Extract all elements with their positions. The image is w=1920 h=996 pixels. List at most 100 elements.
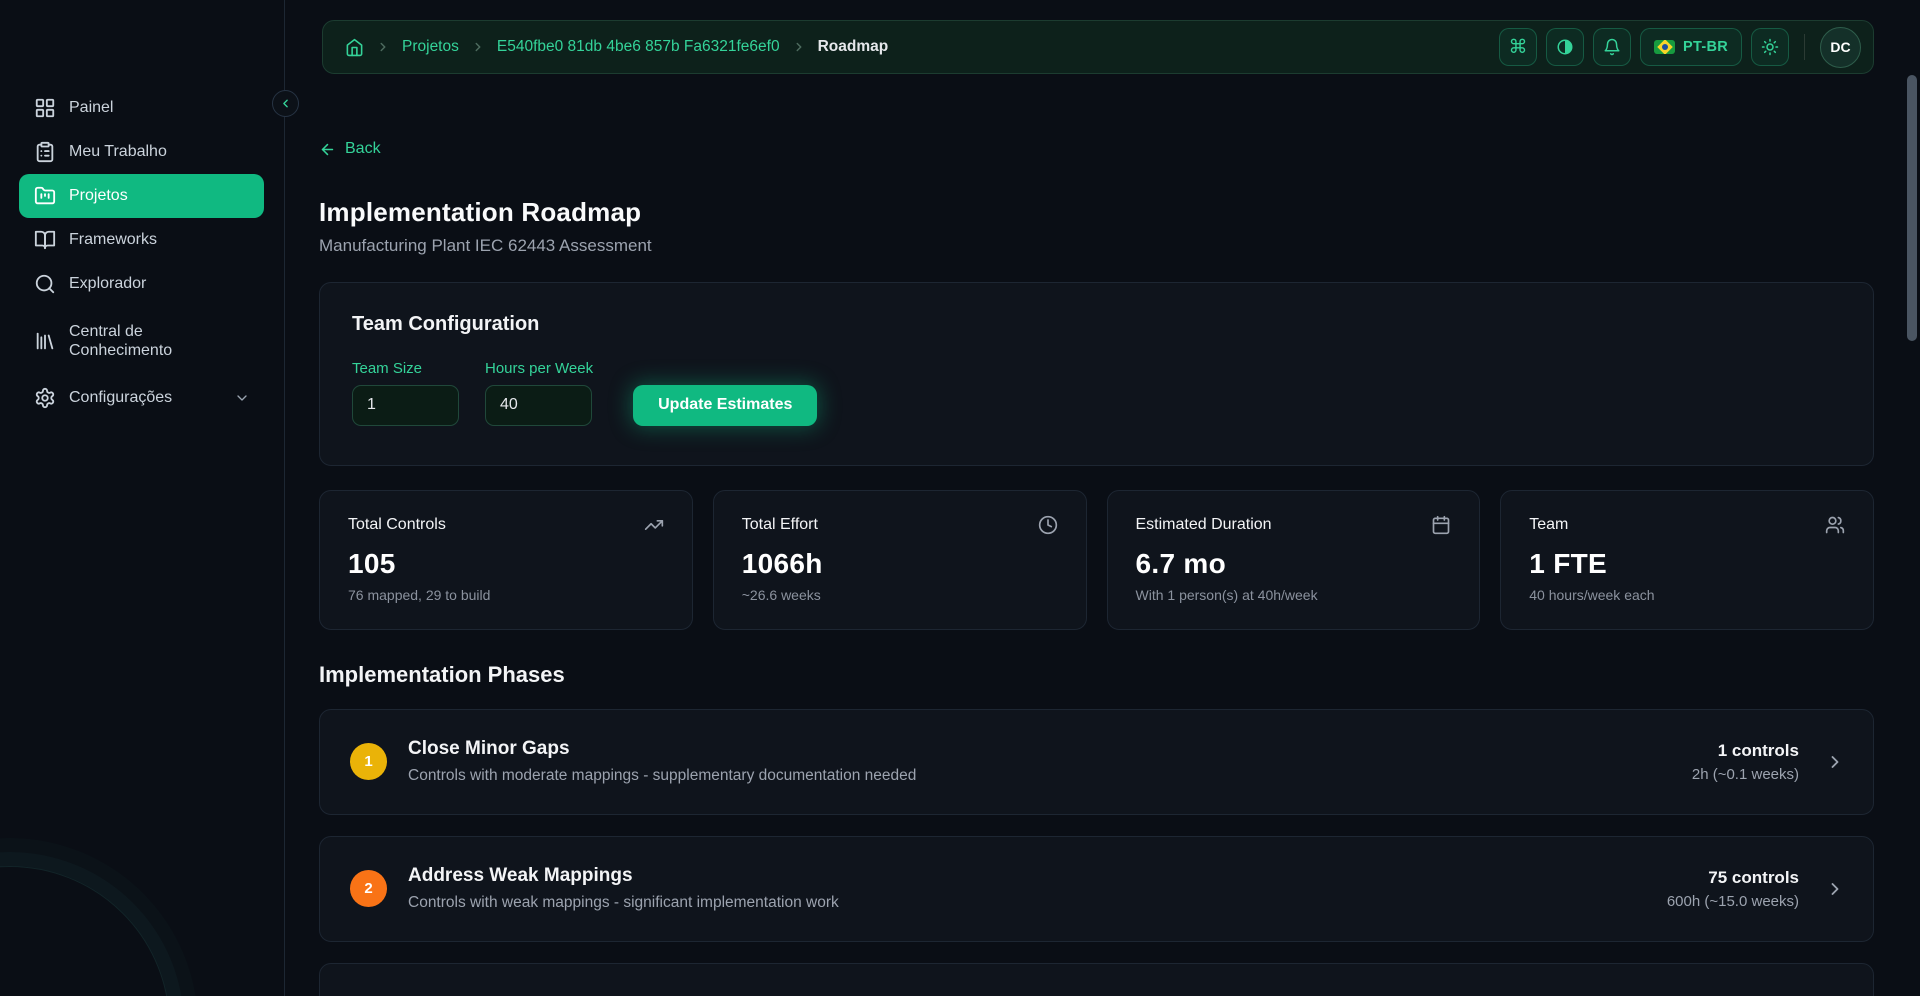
grid-icon xyxy=(34,97,56,119)
clipboard-list-icon xyxy=(34,141,56,163)
chevron-right-icon xyxy=(1825,879,1845,899)
stat-subtext: With 1 person(s) at 40h/week xyxy=(1136,587,1452,603)
chevron-right-icon xyxy=(471,40,485,54)
bell-icon xyxy=(1603,38,1621,56)
team-configuration-form: Team Size Hours per Week Update Estimate… xyxy=(352,360,1841,426)
gear-icon xyxy=(34,387,56,409)
sidebar-item-label: Configurações xyxy=(69,388,172,407)
clock-icon xyxy=(1038,515,1058,535)
sidebar-item-painel[interactable]: Painel xyxy=(19,86,264,130)
chevron-right-icon xyxy=(376,40,390,54)
stat-value: 1 FTE xyxy=(1529,548,1845,580)
theme-toggle-button[interactable] xyxy=(1751,28,1789,66)
home-icon[interactable] xyxy=(345,38,364,57)
chevron-left-icon xyxy=(279,97,292,110)
phase-title: Close Minor Gaps xyxy=(408,738,916,760)
topbar-actions: ⌘ PT-BR DC xyxy=(1499,27,1861,68)
phase-card-2[interactable]: 2 Address Weak Mappings Controls with we… xyxy=(319,836,1874,942)
language-selector-button[interactable]: PT-BR xyxy=(1640,28,1742,66)
sidebar-item-meu-trabalho[interactable]: Meu Trabalho xyxy=(19,130,264,174)
sidebar-item-label: Projetos xyxy=(69,186,128,205)
phase-controls-count: 75 controls xyxy=(1667,868,1799,888)
stat-label: Total Effort xyxy=(742,516,818,534)
command-icon: ⌘ xyxy=(1509,38,1528,57)
sidebar-item-frameworks[interactable]: Frameworks xyxy=(19,218,264,262)
stat-value: 105 xyxy=(348,548,664,580)
breadcrumb-projetos[interactable]: Projetos xyxy=(402,38,459,56)
phase-effort: 600h (~15.0 weeks) xyxy=(1667,893,1799,910)
user-avatar[interactable]: DC xyxy=(1820,27,1861,68)
sidebar-item-explorador[interactable]: Explorador xyxy=(19,262,264,306)
sun-icon xyxy=(1761,38,1779,56)
team-size-field: Team Size xyxy=(352,360,459,426)
phase-description: Controls with moderate mappings - supple… xyxy=(408,767,916,785)
sidebar-item-label: Meu Trabalho xyxy=(69,142,167,161)
hours-per-week-label: Hours per Week xyxy=(485,360,593,377)
arrow-left-icon xyxy=(319,141,336,158)
team-size-label: Team Size xyxy=(352,360,459,377)
sidebar-item-label: Explorador xyxy=(69,274,146,293)
users-icon xyxy=(1825,515,1845,535)
phase-number-badge: 1 xyxy=(350,743,387,780)
library-icon xyxy=(34,330,56,352)
brazil-flag-icon xyxy=(1654,40,1675,54)
page-subtitle: Manufacturing Plant IEC 62443 Assessment xyxy=(319,236,1874,256)
topbar: Projetos E540fbe0 81db 4be6 857b Fa6321f… xyxy=(322,20,1874,74)
phase-card-1[interactable]: 1 Close Minor Gaps Controls with moderat… xyxy=(319,709,1874,815)
hours-per-week-field: Hours per Week xyxy=(485,360,593,426)
stat-subtext: 40 hours/week each xyxy=(1529,587,1845,603)
chevron-down-icon xyxy=(234,390,250,406)
language-label: PT-BR xyxy=(1683,39,1728,55)
book-open-icon xyxy=(34,229,56,251)
sidebar-item-label: Painel xyxy=(69,98,113,117)
stat-card-total-effort: Total Effort 1066h ~26.6 weeks xyxy=(713,490,1087,630)
breadcrumb-current: Roadmap xyxy=(818,38,889,56)
sidebar: Painel Meu Trabalho Projetos Frameworks xyxy=(0,0,285,996)
sidebar-nav: Painel Meu Trabalho Projetos Frameworks xyxy=(0,0,284,420)
stat-subtext: 76 mapped, 29 to build xyxy=(348,587,664,603)
trending-up-icon xyxy=(644,515,664,535)
back-label: Back xyxy=(345,140,381,158)
sidebar-item-central-conhecimento[interactable]: Central de Conhecimento xyxy=(19,306,264,376)
sidebar-item-configuracoes[interactable]: Configurações xyxy=(19,376,264,420)
notifications-button[interactable] xyxy=(1593,28,1631,66)
stat-label: Team xyxy=(1529,516,1568,534)
phase-title: Address Weak Mappings xyxy=(408,865,839,887)
stat-card-estimated-duration: Estimated Duration 6.7 mo With 1 person(… xyxy=(1107,490,1481,630)
search-icon xyxy=(34,273,56,295)
update-estimates-button[interactable]: Update Estimates xyxy=(633,385,817,426)
stats-row: Total Controls 105 76 mapped, 29 to buil… xyxy=(319,490,1874,630)
contrast-icon xyxy=(1556,38,1574,56)
stat-subtext: ~26.6 weeks xyxy=(742,587,1058,603)
sidebar-item-label: Central de Conhecimento xyxy=(69,322,219,360)
phase-description: Controls with weak mappings - significan… xyxy=(408,894,839,912)
stat-label: Total Controls xyxy=(348,516,446,534)
chevron-right-icon xyxy=(1825,752,1845,772)
phase-number-badge: 2 xyxy=(350,870,387,907)
phase-controls-count: 1 controls xyxy=(1692,741,1799,761)
page-content: Back Implementation Roadmap Manufacturin… xyxy=(285,74,1920,996)
calendar-icon xyxy=(1431,515,1451,535)
stat-label: Estimated Duration xyxy=(1136,516,1272,534)
breadcrumb-project-id[interactable]: E540fbe0 81db 4be6 857b Fa6321fe6ef0 xyxy=(497,38,780,56)
team-size-input[interactable] xyxy=(352,385,459,426)
sidebar-item-label: Frameworks xyxy=(69,230,157,249)
phase-effort: 2h (~0.1 weeks) xyxy=(1692,766,1799,783)
team-configuration-card: Team Configuration Team Size Hours per W… xyxy=(319,282,1874,466)
stat-card-total-controls: Total Controls 105 76 mapped, 29 to buil… xyxy=(319,490,693,630)
vertical-scrollbar[interactable] xyxy=(1907,75,1917,341)
sidebar-collapse-button[interactable] xyxy=(272,90,299,117)
chevron-right-icon xyxy=(792,40,806,54)
divider xyxy=(1804,34,1805,60)
hours-per-week-input[interactable] xyxy=(485,385,592,426)
back-button[interactable]: Back xyxy=(319,140,381,158)
page-title: Implementation Roadmap xyxy=(319,197,1874,228)
contrast-button[interactable] xyxy=(1546,28,1584,66)
phase-card-3-partial[interactable] xyxy=(319,963,1874,996)
folder-icon xyxy=(34,185,56,207)
avatar-initials: DC xyxy=(1830,39,1850,55)
command-palette-button[interactable]: ⌘ xyxy=(1499,28,1537,66)
sidebar-item-projetos[interactable]: Projetos xyxy=(19,174,264,218)
breadcrumb: Projetos E540fbe0 81db 4be6 857b Fa6321f… xyxy=(345,38,888,57)
implementation-phases-title: Implementation Phases xyxy=(319,662,1874,688)
